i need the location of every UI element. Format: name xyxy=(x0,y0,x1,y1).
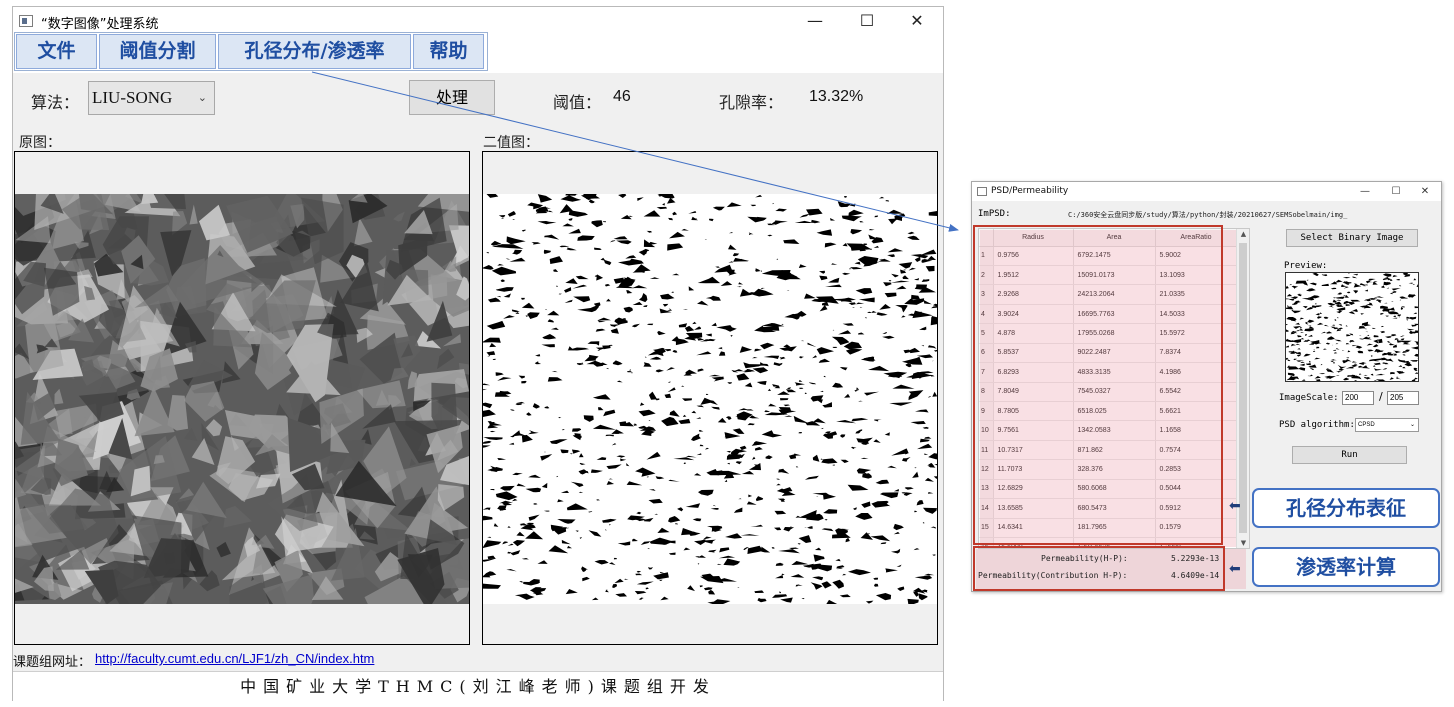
preview-image xyxy=(1285,272,1419,382)
scroll-down-icon[interactable]: ▼ xyxy=(1237,539,1249,547)
impsd-path: C:/360安全云盘同步版/study/算法/python/封装/2021062… xyxy=(1068,211,1348,219)
image-scale-input-b[interactable]: 205 xyxy=(1387,391,1419,405)
arrow-left-icon: ⬅ xyxy=(1229,498,1241,514)
callout-psd: 孔径分布表征 xyxy=(1252,488,1440,528)
select-binary-image-button[interactable]: Select Binary Image xyxy=(1286,229,1418,247)
scroll-up-icon[interactable]: ▲ xyxy=(1237,230,1249,238)
callout-permeability: 渗透率计算 xyxy=(1252,547,1440,587)
psd-close-button[interactable]: ✕ xyxy=(1414,182,1436,201)
run-button[interactable]: Run xyxy=(1292,446,1407,464)
permeability-highlight-box xyxy=(973,546,1225,591)
preview-label: Preview: xyxy=(1284,261,1328,271)
chevron-down-icon: ⌄ xyxy=(1409,422,1415,428)
psd-minimize-button[interactable]: — xyxy=(1354,182,1376,201)
image-scale-separator: / xyxy=(1379,390,1383,403)
psd-window-title: PSD/Permeability xyxy=(991,186,1069,196)
preview-texture xyxy=(1286,273,1418,381)
psd-algorithm-value: CPSD xyxy=(1358,422,1375,428)
psd-maximize-button[interactable]: ☐ xyxy=(1385,182,1407,201)
impsd-label: ImPSD: xyxy=(978,209,1011,219)
psd-titlebar: PSD/Permeability — ☐ ✕ xyxy=(972,182,1441,201)
psd-algorithm-select[interactable]: CPSD ⌄ xyxy=(1355,418,1419,432)
psd-algorithm-label: PSD algorithm: xyxy=(1279,420,1355,430)
image-scale-label: ImageScale: xyxy=(1279,393,1339,403)
image-scale-input-a[interactable]: 200 xyxy=(1342,391,1374,405)
scroll-thumb[interactable] xyxy=(1239,243,1247,533)
psd-table-highlight-box xyxy=(973,225,1223,545)
psd-app-icon xyxy=(977,187,987,196)
arrow-left-icon: ⬅ xyxy=(1229,561,1241,577)
